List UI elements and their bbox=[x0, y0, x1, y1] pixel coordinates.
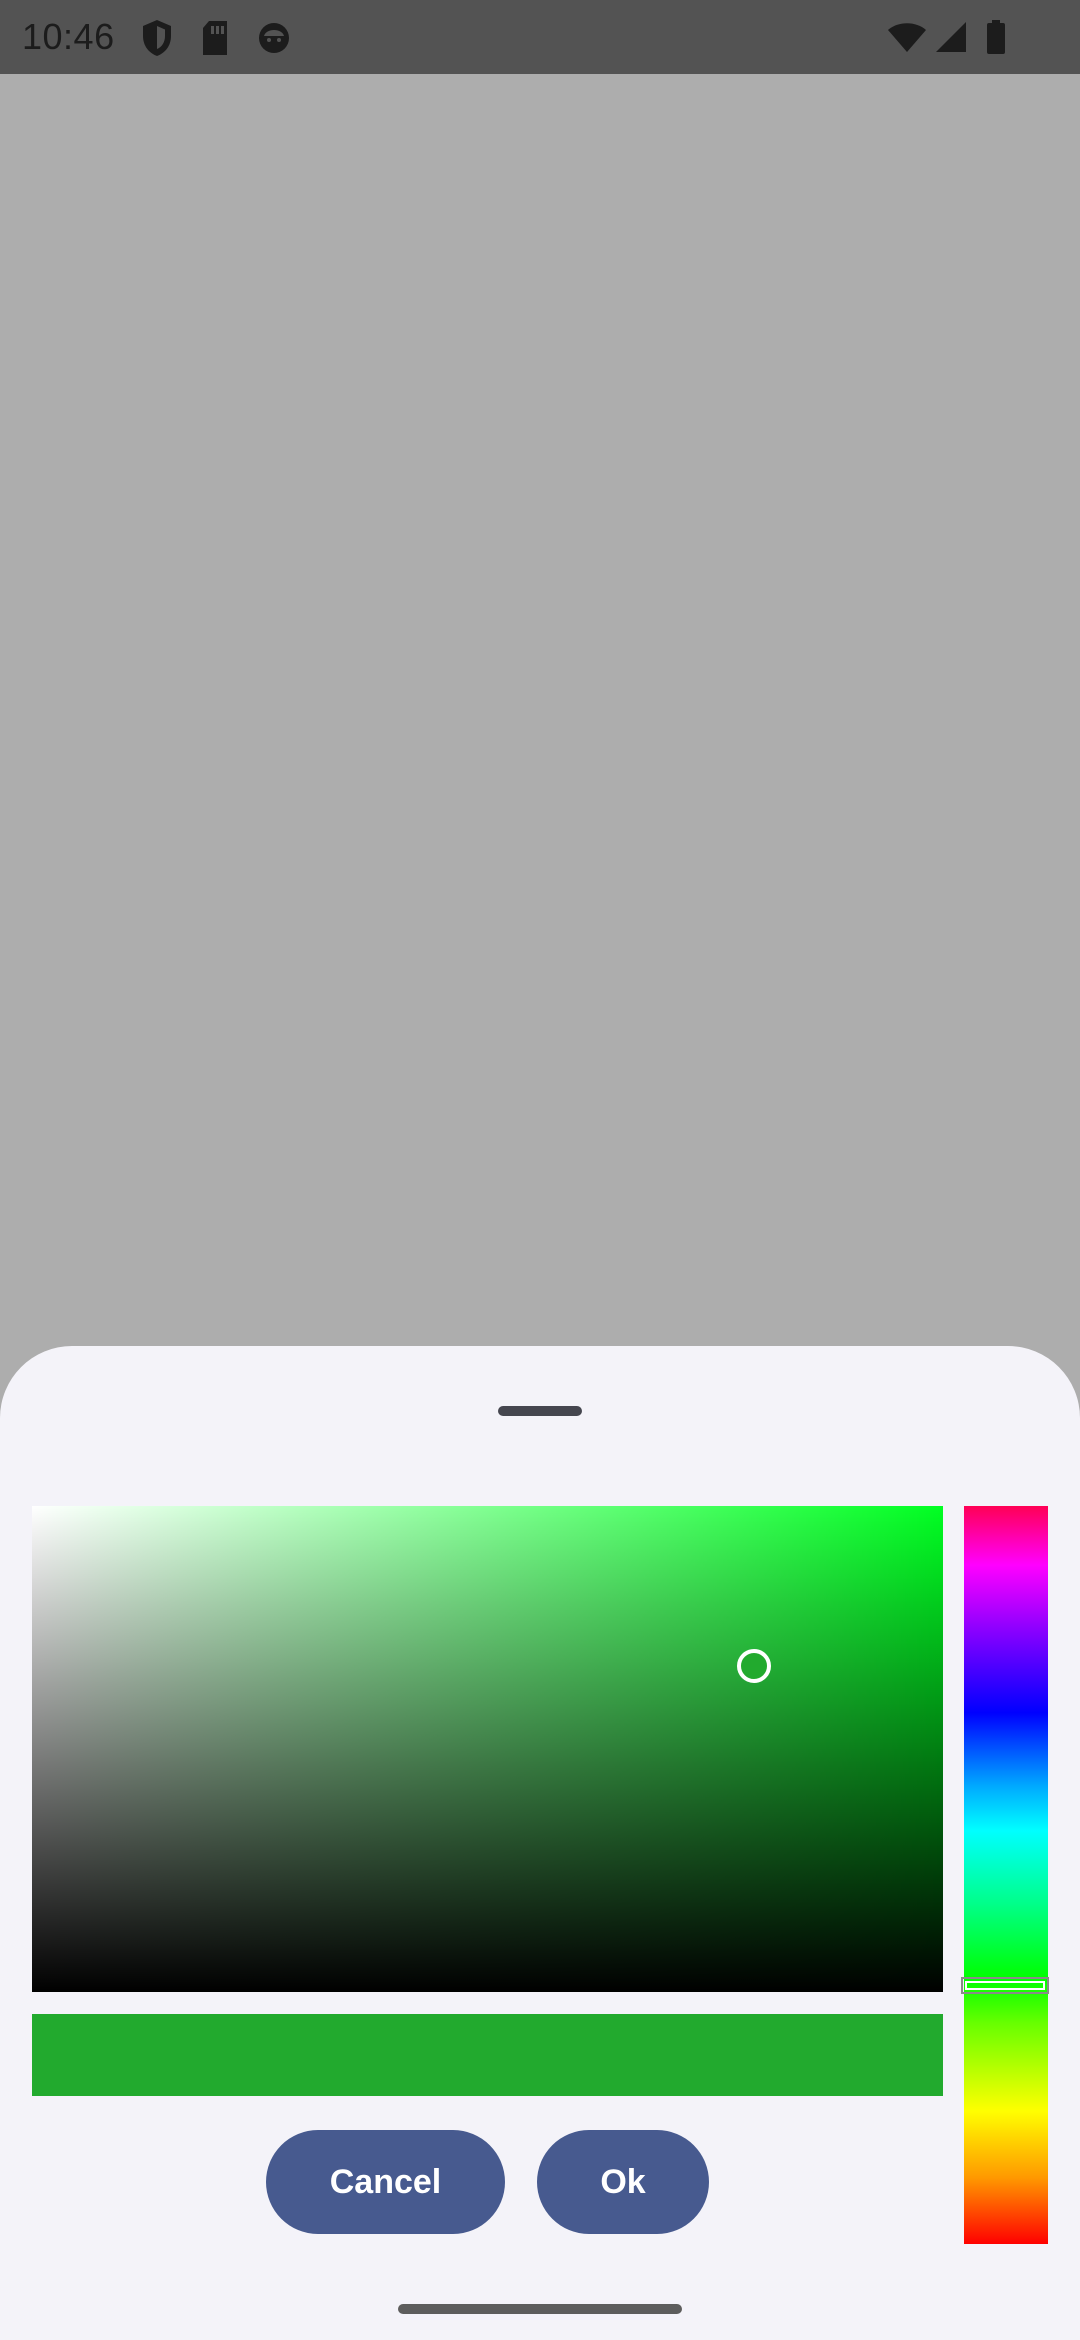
sd-card-icon bbox=[203, 21, 227, 55]
signal-icon bbox=[936, 22, 966, 52]
screen: 10:46 Cancel Ok bbox=[0, 0, 1080, 2340]
gesture-nav-handle[interactable] bbox=[398, 2304, 682, 2314]
status-bar: 10:46 bbox=[0, 0, 1080, 74]
cancel-button[interactable]: Cancel bbox=[266, 2130, 505, 2234]
hue-slider[interactable] bbox=[964, 1506, 1048, 2244]
hue-slider-thumb[interactable] bbox=[961, 1977, 1049, 1994]
color-selector-cursor[interactable] bbox=[737, 1649, 771, 1683]
color-picker-sheet: Cancel Ok bbox=[0, 1346, 1080, 2340]
shield-icon bbox=[143, 20, 171, 56]
saturation-value-panel[interactable] bbox=[32, 1506, 943, 1992]
wifi-icon bbox=[888, 23, 926, 52]
ok-button[interactable]: Ok bbox=[537, 2130, 709, 2234]
color-preview bbox=[32, 2014, 943, 2096]
face-icon bbox=[259, 23, 289, 53]
battery-icon bbox=[987, 20, 1005, 54]
drag-handle[interactable] bbox=[498, 1406, 582, 1416]
status-time: 10:46 bbox=[22, 16, 115, 57]
